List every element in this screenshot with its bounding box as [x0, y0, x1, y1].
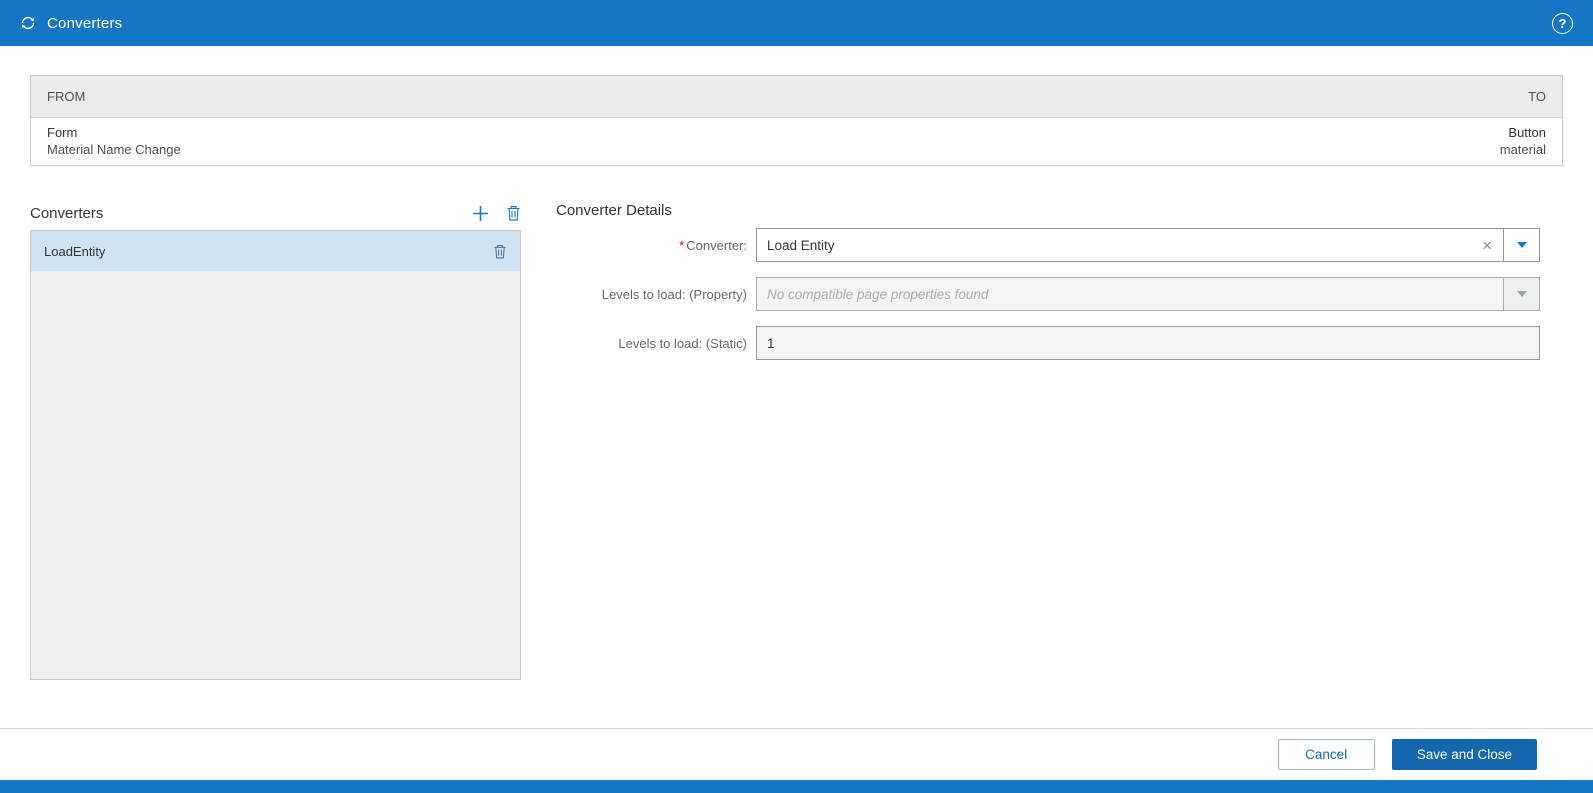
- converter-list-item[interactable]: LoadEntity: [31, 231, 520, 272]
- trash-icon: [493, 244, 507, 259]
- converters-panel-actions: [472, 205, 521, 222]
- levels-property-combobox: [756, 277, 1504, 312]
- converter-details-title: Converter Details: [556, 202, 672, 220]
- clear-icon[interactable]: ×: [1471, 237, 1503, 254]
- levels-property-dropdown-button: [1504, 277, 1540, 312]
- converter-details-panel: Converter Details *Converter: ×: [556, 202, 1563, 680]
- chevron-down-icon: [1516, 291, 1527, 298]
- converters-panel-title: Converters: [30, 204, 104, 222]
- panels-row: Converters LoadEntity Converter Details …: [30, 202, 1563, 681]
- levels-static-control: [756, 326, 1540, 361]
- converter-field-control: ×: [756, 228, 1540, 263]
- required-marker: *: [679, 237, 685, 253]
- converters-panel: Converters LoadEntity: [30, 202, 521, 681]
- converter-combobox: ×: [756, 228, 1504, 263]
- chevron-down-icon: [1516, 242, 1527, 249]
- levels-property-input: [757, 278, 1503, 311]
- bottom-accent-strip: [0, 780, 1593, 793]
- mapping-from-cell: Form Material Name Change: [47, 124, 181, 158]
- save-and-close-button[interactable]: Save and Close: [1391, 739, 1537, 770]
- levels-property-label: Levels to load: (Property): [601, 286, 747, 302]
- delete-converter-row-button[interactable]: [493, 244, 507, 259]
- converter-list[interactable]: LoadEntity: [30, 230, 521, 681]
- mapping-table-row[interactable]: Form Material Name Change Button materia…: [31, 118, 1562, 166]
- to-type: Button: [1508, 125, 1546, 140]
- to-name: material: [1499, 142, 1546, 158]
- cancel-button[interactable]: Cancel: [1277, 739, 1375, 770]
- converters-panel-header: Converters: [30, 202, 521, 224]
- page-title: Converters: [47, 14, 123, 32]
- to-column-header: TO: [1528, 89, 1546, 104]
- main-content: FROM TO Form Material Name Change Button…: [0, 46, 1593, 728]
- converter-item-label: LoadEntity: [44, 243, 106, 259]
- from-to-table-header: FROM TO: [31, 76, 1562, 118]
- converters-dialog: Converters ? FROM TO Form Material Name …: [0, 0, 1593, 793]
- help-icon[interactable]: ?: [1552, 12, 1573, 34]
- levels-static-field-row: Levels to load: (Static): [556, 326, 1540, 361]
- from-name: Material Name Change: [47, 142, 181, 158]
- levels-static-label: Levels to load: (Static): [618, 335, 747, 351]
- levels-static-input[interactable]: [756, 326, 1540, 361]
- from-column-header: FROM: [47, 89, 86, 104]
- converter-input[interactable]: [757, 229, 1472, 262]
- trash-icon: [506, 205, 521, 221]
- mapping-to-cell: Button material: [1500, 124, 1546, 158]
- title-bar: Converters ?: [0, 0, 1593, 46]
- converter-dropdown-button[interactable]: [1504, 228, 1540, 263]
- plus-icon: [472, 205, 489, 222]
- add-converter-button[interactable]: [472, 205, 489, 222]
- delete-converter-button[interactable]: [506, 205, 521, 221]
- levels-property-control: [756, 277, 1540, 312]
- dialog-footer: Cancel Save and Close: [0, 728, 1593, 780]
- converter-field-row: *Converter: ×: [556, 228, 1540, 263]
- from-type: Form: [47, 125, 78, 140]
- converter-field-label: * Converter:: [679, 237, 747, 253]
- from-to-table: FROM TO Form Material Name Change Button…: [30, 75, 1563, 167]
- converters-icon: [20, 15, 36, 31]
- levels-property-field-row: Levels to load: (Property): [556, 277, 1540, 312]
